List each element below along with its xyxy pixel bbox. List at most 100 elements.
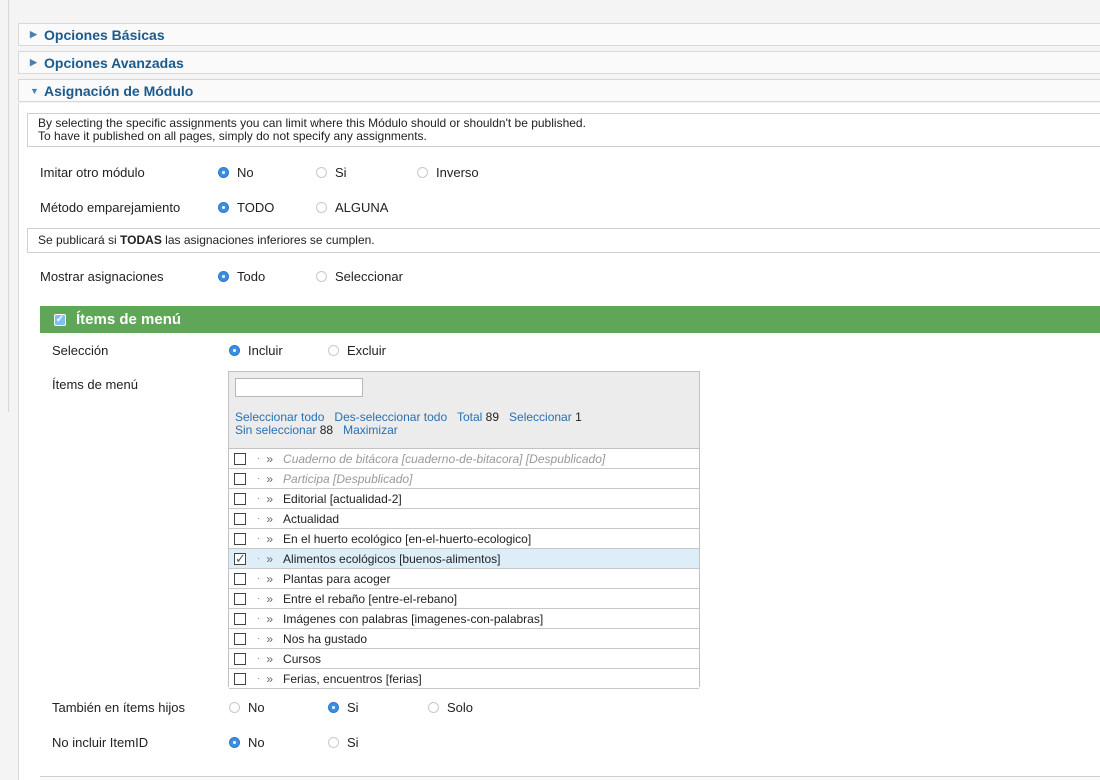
menu-item-label: Entre el rebaño [entre-el-rebano] — [283, 591, 458, 606]
menu-item-row[interactable]: · » Cuaderno de bitácora [cuaderno-de-bita… — [229, 449, 699, 469]
checkbox-icon[interactable] — [234, 572, 246, 585]
indent-dot: · — [257, 473, 261, 484]
menu-item-row[interactable]: · » Entre el rebaño [entre-el-rebano] — [229, 589, 699, 609]
checkbox-icon[interactable] — [234, 512, 246, 525]
menu-item-label: Ferias, encuentros [ferias] — [283, 671, 422, 686]
menu-items-selector: Seleccionar todo Des-seleccionar todo To… — [228, 371, 700, 689]
radio-icon — [328, 345, 339, 356]
children-option-no[interactable]: No — [229, 700, 265, 715]
option-label: Si — [347, 700, 359, 715]
total-count: 89 — [485, 410, 499, 424]
show-option-seleccionar[interactable]: Seleccionar — [316, 269, 403, 284]
no-itemid-option-si[interactable]: Si — [328, 735, 359, 750]
checkbox-icon[interactable] — [234, 632, 246, 645]
children-option-solo[interactable]: Solo — [428, 700, 473, 715]
selected-link[interactable]: Seleccionar — [509, 410, 572, 424]
show-option-todo[interactable]: Todo — [218, 269, 265, 284]
match-option-todo[interactable]: TODO — [218, 200, 274, 215]
menu-items-section-header[interactable]: ✓ Ítems de menú — [40, 306, 1100, 333]
mirror-option-inverso[interactable]: Inverso — [417, 165, 479, 180]
menu-item-label: Nos ha gustado — [283, 631, 368, 646]
radio-selected-icon — [328, 702, 339, 713]
menu-item-row[interactable]: · » Plantas para acoger — [229, 569, 699, 589]
no-itemid-label: No incluir ItemID — [52, 735, 149, 750]
checkbox-icon[interactable] — [234, 492, 246, 505]
checkbox-icon[interactable] — [234, 472, 246, 485]
expand-triangle-icon: ▶ — [30, 57, 37, 67]
maximize-link[interactable]: Maximizar — [343, 423, 398, 437]
menu-items-label: Ítems de menú — [52, 377, 138, 392]
no-itemid-option-no[interactable]: No — [229, 735, 265, 750]
total-link[interactable]: Total — [457, 410, 482, 424]
menu-item-label: Cuaderno de bitácora [cuaderno-de-bitaco… — [283, 451, 606, 466]
indent-arrow: » — [266, 451, 274, 466]
indent-dot: · — [257, 653, 261, 664]
radio-selected-icon — [218, 202, 229, 213]
menu-item-label: En el huerto ecológico [en-el-huerto-eco… — [283, 531, 532, 546]
panel-basic-options[interactable]: ▶ Opciones Básicas — [18, 23, 1100, 46]
indent-arrow: » — [266, 631, 274, 646]
panel-advanced-title: Opciones Avanzadas — [44, 54, 184, 71]
note-prefix: Se publicará si — [38, 233, 121, 247]
checkbox-icon[interactable] — [234, 452, 246, 465]
radio-selected-icon — [229, 345, 240, 356]
next-section-edge — [40, 776, 1100, 780]
menu-items-search-input[interactable] — [235, 378, 363, 397]
radio-icon — [428, 702, 439, 713]
deselect-all-link[interactable]: Des-seleccionar todo — [334, 410, 447, 424]
checkbox-icon[interactable] — [234, 592, 246, 605]
checkbox-icon[interactable] — [234, 672, 246, 685]
mirror-option-si[interactable]: Si — [316, 165, 347, 180]
note-bold: TODAS — [120, 233, 162, 247]
menu-item-row[interactable]: · » Editorial [actualidad-2] — [229, 489, 699, 509]
checkbox-checked-icon: ✓ — [54, 313, 66, 326]
mirror-option-no[interactable]: No — [218, 165, 254, 180]
menu-item-row[interactable]: · » Cursos — [229, 649, 699, 669]
option-label: Si — [347, 735, 359, 750]
radio-selected-icon — [218, 167, 229, 178]
checkbox-checked-icon[interactable] — [234, 551, 246, 567]
menu-item-label: Editorial [actualidad-2] — [283, 491, 402, 506]
indent-dot: · — [257, 493, 261, 504]
indent-arrow: » — [266, 671, 274, 686]
note-suffix: las asignaciones inferiores se cumplen. — [161, 233, 375, 247]
publish-condition-note: Se publicará si TODAS las asignaciones i… — [27, 228, 1100, 253]
selected-count: 1 — [575, 410, 582, 424]
intro-line-2: To have it published on all pages, simpl… — [38, 129, 427, 143]
menu-item-row[interactable]: · » Nos ha gustado — [229, 629, 699, 649]
menu-item-row[interactable]: · » Ferias, encuentros [ferias] — [229, 669, 699, 689]
radio-icon — [229, 702, 240, 713]
selection-option-incluir[interactable]: Incluir — [229, 343, 283, 358]
checkbox-icon[interactable] — [234, 532, 246, 545]
indent-arrow: » — [266, 571, 274, 586]
panel-assignment-title: Asignación de Módulo — [44, 82, 194, 99]
option-label: No — [237, 165, 254, 180]
panel-module-assignment[interactable]: ▼ Asignación de Módulo — [18, 79, 1100, 102]
unselected-link[interactable]: Sin seleccionar — [235, 423, 316, 437]
checkbox-icon[interactable] — [234, 652, 246, 665]
radio-selected-icon — [218, 271, 229, 282]
menu-item-row[interactable]: · » Actualidad — [229, 509, 699, 529]
indent-arrow: » — [266, 551, 274, 566]
menu-items-toolbar: Seleccionar todo Des-seleccionar todo To… — [235, 411, 582, 437]
indent-arrow: » — [266, 651, 274, 666]
match-method-label: Método emparejamiento — [40, 200, 181, 215]
children-option-si[interactable]: Si — [328, 700, 359, 715]
indent-arrow: » — [266, 511, 274, 526]
menu-item-row[interactable]: · » Alimentos ecológicos [buenos-alimentos… — [229, 549, 699, 569]
menu-item-row[interactable]: · » En el huerto ecológico [en-el-huerto-e… — [229, 529, 699, 549]
menu-item-row[interactable]: · » Participa [Despublicado] — [229, 469, 699, 489]
match-option-alguna[interactable]: ALGUNA — [316, 200, 388, 215]
collapse-triangle-icon: ▼ — [30, 85, 39, 96]
select-all-link[interactable]: Seleccionar todo — [235, 410, 324, 424]
checkbox-icon[interactable] — [234, 612, 246, 625]
left-rail — [0, 0, 9, 412]
panel-advanced-options[interactable]: ▶ Opciones Avanzadas — [18, 51, 1100, 74]
selection-option-excluir[interactable]: Excluir — [328, 343, 386, 358]
indent-arrow: » — [266, 491, 274, 506]
option-label: Excluir — [347, 343, 387, 358]
menu-item-label: Cursos — [283, 651, 322, 666]
menu-item-row[interactable]: · » Imágenes con palabras [imagenes-con-pa… — [229, 609, 699, 629]
option-label: Todo — [237, 269, 266, 284]
option-label: TODO — [237, 200, 275, 215]
